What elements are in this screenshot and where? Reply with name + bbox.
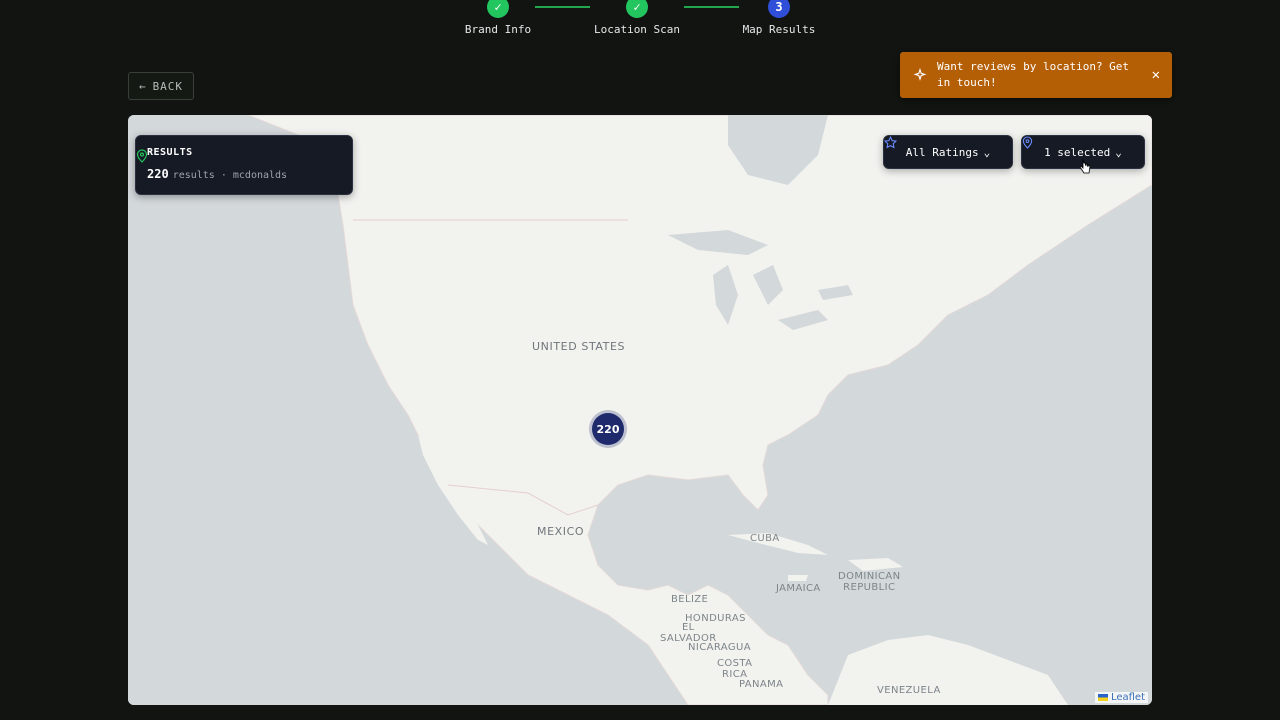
map-label-nicaragua: NICARAGUA — [688, 642, 751, 653]
toast-message[interactable]: Want reviews by location? Get in touch! — [937, 59, 1152, 91]
map-label-panama: PANAMA — [739, 679, 784, 690]
map-label-line: DOMINICAN — [838, 571, 901, 582]
close-icon[interactable]: ✕ — [1152, 67, 1160, 83]
step-brand-info: ✓ Brand Info — [438, 0, 558, 36]
sparkle-icon — [913, 68, 927, 81]
results-summary: 220 results · mcdonalds — [147, 167, 341, 181]
map-label-cuba: CUBA — [750, 533, 780, 544]
map-attribution[interactable]: Leaflet — [1094, 692, 1148, 703]
back-label: BACK — [152, 79, 184, 93]
step-number: 3 — [768, 0, 790, 18]
map-basemap — [128, 115, 1152, 705]
map-pin-icon — [1022, 136, 1033, 149]
map-label-mexico: MEXICO — [537, 525, 585, 538]
arrow-left-icon: ← — [138, 79, 147, 93]
map-label-el-salvador: EL SALVADOR — [660, 622, 717, 644]
chevron-down-icon: ⌄ — [1115, 145, 1122, 159]
check-icon: ✓ — [487, 0, 509, 18]
step-map-results: 3 Map Results — [719, 0, 839, 36]
progress-stepper: ✓ Brand Info ✓ Location Scan 3 Map Resul… — [0, 0, 1280, 48]
pointer-cursor-icon — [1079, 158, 1091, 174]
step-location-scan: ✓ Location Scan — [577, 0, 697, 36]
map-label-belize: BELIZE — [671, 594, 709, 605]
attribution-link[interactable]: Leaflet — [1111, 692, 1145, 703]
results-card: RESULTS 220 results · mcdonalds — [135, 135, 353, 195]
map-label-us: UNITED STATES — [532, 340, 626, 353]
step-label: Location Scan — [593, 23, 681, 36]
flag-icon — [1097, 694, 1108, 701]
location-cluster-marker[interactable]: 220 — [592, 413, 624, 445]
toast-line-1: Want reviews by location? Get — [937, 60, 1130, 73]
map-pin-icon — [136, 149, 148, 163]
step-label: Brand Info — [464, 23, 532, 36]
map-label-costa-rica: COSTA RICA — [717, 658, 752, 680]
map-label-line: REPUBLIC — [843, 582, 896, 593]
star-icon — [884, 136, 897, 149]
map-view[interactable]: UNITED STATES MEXICO CUBA JAMAICA DOMINI… — [128, 115, 1152, 705]
results-count: 220 — [147, 167, 169, 181]
toast-line-2: in touch! — [937, 76, 997, 89]
map-label-jamaica: JAMAICA — [776, 583, 821, 594]
map-label-line: COSTA — [717, 658, 753, 669]
contact-toast: Want reviews by location? Get in touch! … — [900, 52, 1172, 98]
location-filter-label: 1 selected — [1044, 145, 1111, 159]
results-title: RESULTS — [147, 147, 193, 158]
ratings-filter-label: All Ratings — [905, 145, 979, 159]
ratings-filter-dropdown[interactable]: All Ratings ⌄ — [883, 135, 1013, 169]
map-label-venezuela: VENEZUELA — [877, 685, 941, 696]
map-label-dominican: DOMINICAN REPUBLIC — [838, 571, 900, 593]
results-suffix: results · mcdonalds — [172, 170, 288, 181]
check-icon: ✓ — [626, 0, 648, 18]
map-label-line: EL — [681, 622, 695, 633]
back-button[interactable]: ← BACK — [128, 72, 194, 100]
step-label: Map Results — [742, 23, 816, 36]
chevron-down-icon: ⌄ — [983, 145, 991, 159]
